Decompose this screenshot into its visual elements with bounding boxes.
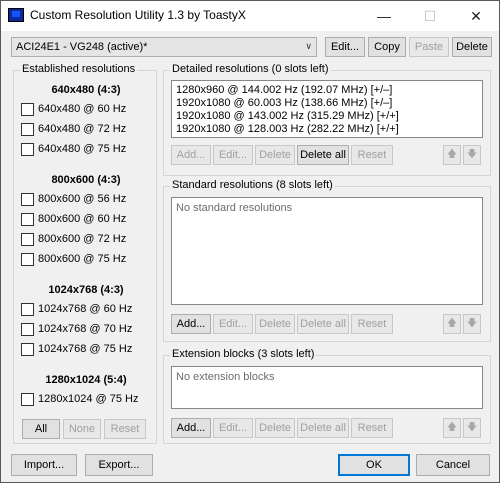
cancel-button[interactable]: Cancel — [416, 454, 490, 476]
detailed-edit-button[interactable]: Edit... — [213, 145, 253, 165]
list-item[interactable]: 1920x1080 @ 143.002 Hz (315.29 MHz) [+/+… — [176, 110, 399, 122]
monitor-icon — [8, 8, 24, 22]
detailed-resolutions-title: Detailed resolutions (0 slots left) — [170, 63, 331, 75]
minimize-icon: — — [377, 8, 391, 24]
checkbox-800x600-56[interactable] — [21, 193, 34, 206]
standard-delete-all-button[interactable]: Delete all — [297, 314, 349, 334]
standard-add-button[interactable]: Add... — [171, 314, 211, 334]
none-button[interactable]: None — [63, 419, 101, 439]
checkbox-800x600-75[interactable] — [21, 253, 34, 266]
delete-monitor-button[interactable]: Delete — [452, 37, 492, 57]
detailed-resolutions-list[interactable]: 1280x960 @ 144.002 Hz (192.07 MHz) [+/–]… — [171, 80, 483, 138]
chevron-down-icon: ∨ — [305, 41, 312, 51]
arrow-down-icon: 🡇 — [466, 149, 478, 160]
move-down-button[interactable]: 🡇 — [463, 145, 481, 165]
checkbox-label: 640x480 @ 60 Hz — [38, 103, 127, 115]
checkbox-label: 800x600 @ 56 Hz — [38, 193, 127, 205]
move-up-button[interactable]: 🡅 — [443, 145, 461, 165]
group-header: 800x600 (4:3) — [51, 174, 121, 186]
move-down-button[interactable]: 🡇 — [463, 314, 481, 334]
edit-monitor-button[interactable]: Edit... — [325, 37, 365, 57]
list-item[interactable]: 1920x1080 @ 60.003 Hz (138.66 MHz) [+/–] — [176, 97, 392, 109]
extension-edit-button[interactable]: Edit... — [213, 418, 253, 438]
group-header: 1024x768 (4:3) — [48, 284, 124, 296]
arrow-up-icon: 🡅 — [446, 422, 458, 433]
list-item[interactable]: 1920x1080 @ 128.003 Hz (282.22 MHz) [+/+… — [176, 123, 399, 135]
close-button[interactable]: ✕ — [453, 1, 499, 31]
checkbox-label: 640x480 @ 72 Hz — [38, 123, 127, 135]
ok-button[interactable]: OK — [338, 454, 410, 476]
checkbox-640x480-75[interactable] — [21, 143, 34, 156]
window-title: Custom Resolution Utility 1.3 by ToastyX — [30, 8, 246, 22]
maximize-icon: ☐ — [423, 8, 437, 24]
group-header: 640x480 (4:3) — [51, 84, 121, 96]
copy-button[interactable]: Copy — [368, 37, 406, 57]
arrow-up-icon: 🡅 — [446, 149, 458, 160]
detailed-reset-button[interactable]: Reset — [351, 145, 393, 165]
extension-delete-all-button[interactable]: Delete all — [297, 418, 349, 438]
extension-reset-button[interactable]: Reset — [351, 418, 393, 438]
standard-delete-button[interactable]: Delete — [255, 314, 295, 334]
maximize-button: ☐ — [407, 1, 453, 31]
group-header: 1280x1024 (5:4) — [45, 374, 127, 386]
checkbox-label: 800x600 @ 60 Hz — [38, 213, 127, 225]
title-bar[interactable]: Custom Resolution Utility 1.3 by ToastyX… — [1, 1, 499, 31]
checkbox-800x600-72[interactable] — [21, 233, 34, 246]
standard-edit-button[interactable]: Edit... — [213, 314, 253, 334]
reset-established-button[interactable]: Reset — [104, 419, 146, 439]
checkbox-1280x1024-75[interactable] — [21, 393, 34, 406]
extension-delete-button[interactable]: Delete — [255, 418, 295, 438]
minimize-button[interactable]: — — [361, 1, 407, 31]
arrow-up-icon: 🡅 — [446, 318, 458, 329]
move-up-button[interactable]: 🡅 — [443, 418, 461, 438]
import-button[interactable]: Import... — [11, 454, 77, 476]
standard-resolutions-title: Standard resolutions (8 slots left) — [170, 179, 335, 191]
checkbox-640x480-60[interactable] — [21, 103, 34, 116]
checkbox-label: 800x600 @ 72 Hz — [38, 233, 127, 245]
checkbox-1024x768-60[interactable] — [21, 303, 34, 316]
detailed-add-button[interactable]: Add... — [171, 145, 211, 165]
all-button[interactable]: All — [22, 419, 60, 439]
empty-list-message: No extension blocks — [176, 371, 275, 383]
move-down-button[interactable]: 🡇 — [463, 418, 481, 438]
close-icon: ✕ — [470, 8, 482, 24]
checkbox-label: 1024x768 @ 75 Hz — [38, 343, 133, 355]
main-window: Custom Resolution Utility 1.3 by ToastyX… — [0, 0, 500, 483]
monitor-select[interactable]: ACI24E1 - VG248 (active)* ∨ — [11, 37, 317, 57]
list-item[interactable]: 1280x960 @ 144.002 Hz (192.07 MHz) [+/–] — [176, 84, 392, 96]
paste-button[interactable]: Paste — [409, 37, 449, 57]
checkbox-640x480-72[interactable] — [21, 123, 34, 136]
move-up-button[interactable]: 🡅 — [443, 314, 461, 334]
monitor-select-value: ACI24E1 - VG248 (active)* — [16, 41, 148, 53]
checkbox-1024x768-70[interactable] — [21, 323, 34, 336]
detailed-delete-all-button[interactable]: Delete all — [297, 145, 349, 165]
checkbox-label: 640x480 @ 75 Hz — [38, 143, 127, 155]
export-button[interactable]: Export... — [85, 454, 153, 476]
arrow-down-icon: 🡇 — [466, 422, 478, 433]
established-resolutions-title: Established resolutions — [20, 63, 138, 75]
empty-list-message: No standard resolutions — [176, 202, 293, 214]
checkbox-label: 1280x1024 @ 75 Hz — [38, 393, 139, 405]
standard-reset-button[interactable]: Reset — [351, 314, 393, 334]
standard-resolutions-list[interactable]: No standard resolutions — [171, 197, 483, 305]
extension-add-button[interactable]: Add... — [171, 418, 211, 438]
detailed-delete-button[interactable]: Delete — [255, 145, 295, 165]
checkbox-label: 1024x768 @ 70 Hz — [38, 323, 133, 335]
extension-blocks-title: Extension blocks (3 slots left) — [170, 348, 317, 360]
extension-blocks-list[interactable]: No extension blocks — [171, 366, 483, 409]
checkbox-label: 800x600 @ 75 Hz — [38, 253, 127, 265]
arrow-down-icon: 🡇 — [466, 318, 478, 329]
checkbox-label: 1024x768 @ 60 Hz — [38, 303, 133, 315]
checkbox-800x600-60[interactable] — [21, 213, 34, 226]
checkbox-1024x768-75[interactable] — [21, 343, 34, 356]
